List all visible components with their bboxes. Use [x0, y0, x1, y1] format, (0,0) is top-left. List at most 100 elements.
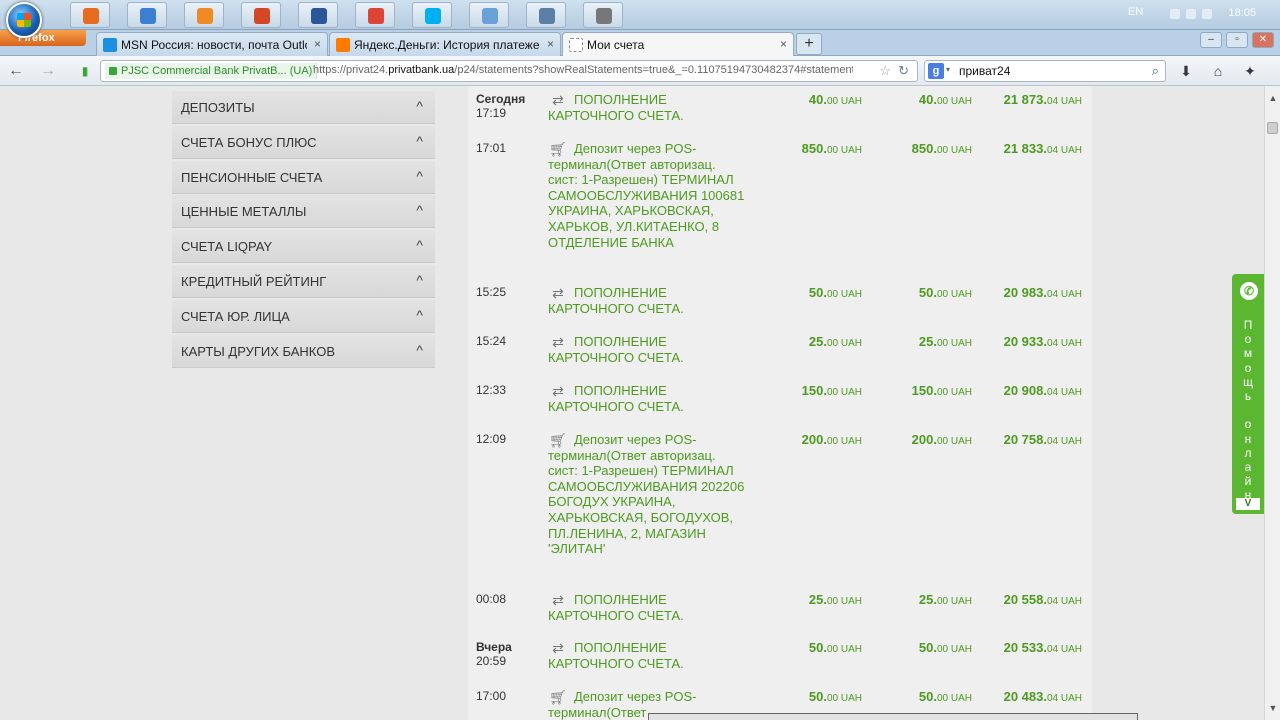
amount-balance: 20 483.04 UAH: [1003, 689, 1082, 704]
search-icon[interactable]: ⌕: [1152, 63, 1159, 79]
scroll-up-icon[interactable]: ▲: [1265, 90, 1280, 106]
sidebar-item[interactable]: КРЕДИТНЫЙ РЕЙТИНГ ^: [172, 264, 435, 298]
firefox-app[interactable]: [70, 2, 110, 28]
flag-icon[interactable]: [1202, 9, 1212, 19]
tab-label: Мои счета: [587, 38, 645, 52]
chevron-up-icon[interactable]: ^: [416, 98, 423, 114]
network-icon[interactable]: [1170, 9, 1180, 19]
amount-original: 50.00 UAH: [808, 640, 862, 655]
screen-app[interactable]: [526, 2, 566, 28]
tab-close-icon[interactable]: ×: [314, 37, 321, 51]
home-icon[interactable]: ⌂: [1208, 62, 1228, 80]
chevron-up-icon[interactable]: ^: [416, 168, 423, 184]
explorer-app[interactable]: [127, 2, 167, 28]
search-input[interactable]: приват24: [959, 64, 1010, 78]
new-tab-button[interactable]: +: [796, 33, 822, 55]
row-time: 17:19: [476, 106, 507, 120]
scroll-thumb[interactable]: [1267, 122, 1278, 134]
vertical-scrollbar[interactable]: ▲ ▼: [1264, 86, 1280, 720]
row-time: 00:08: [476, 592, 507, 606]
tab-my-accounts[interactable]: Мои счета ×: [562, 32, 794, 56]
row-date: 00:08: [476, 592, 506, 606]
collapse-toggle[interactable]: V: [1236, 498, 1260, 510]
yandex-favicon-icon: [336, 38, 350, 52]
skype-app[interactable]: [412, 2, 452, 28]
chevron-up-icon[interactable]: ^: [416, 133, 423, 149]
online-help-tab[interactable]: ✆ Помощь онлайн V: [1232, 274, 1264, 514]
chat-icon: ✆: [1240, 282, 1258, 300]
clock[interactable]: 18:05: [1228, 7, 1256, 19]
sidebar-item-label: ЦЕННЫЕ МЕТАЛЛЫ: [181, 204, 307, 220]
chevron-up-icon[interactable]: ^: [416, 272, 423, 288]
search-bar[interactable]: g ▾ приват24 ⌕: [924, 60, 1166, 82]
powerpoint-app[interactable]: [241, 2, 281, 28]
reload-icon[interactable]: ↻: [898, 63, 909, 79]
scroll-down-icon[interactable]: ▼: [1265, 700, 1280, 716]
sidebar-item[interactable]: ДЕПОЗИТЫ ^: [172, 91, 435, 124]
amount-balance: 20 758.04 UAH: [1003, 432, 1082, 447]
row-time: 12:09: [476, 432, 507, 446]
row-time: 15:25: [476, 285, 507, 299]
chevron-up-icon[interactable]: ^: [416, 237, 423, 253]
engine-dropdown-icon[interactable]: ▾: [946, 65, 950, 74]
sidebar-item[interactable]: КАРТЫ ДРУГИХ БАНКОВ ^: [172, 334, 435, 368]
url-text[interactable]: https://privat24.privatbank.ua/p24/state…: [313, 64, 853, 76]
amount-original: 25.00 UAH: [808, 592, 862, 607]
row-date: 15:24: [476, 334, 506, 348]
sidebar-item[interactable]: ПЕНСИОННЫЕ СЧЕТА ^: [172, 160, 435, 194]
chevron-up-icon[interactable]: ^: [416, 307, 423, 323]
tab-msn[interactable]: MSN Россия: новости, почта Outloo... ×: [96, 32, 328, 56]
addon-icon[interactable]: ✦: [1240, 62, 1260, 80]
row-time: 15:24: [476, 334, 507, 348]
amount-card: 150.00 UAH: [911, 383, 972, 398]
back-button[interactable]: ←: [6, 62, 26, 80]
app-icon: [539, 8, 555, 24]
player-app[interactable]: [583, 2, 623, 28]
row-description: Депозит через POS-терминал(Ответ авториз…: [548, 141, 745, 250]
start-button[interactable]: [6, 2, 42, 38]
download-icon[interactable]: ⬇: [1176, 62, 1196, 80]
minimize-button[interactable]: –: [1200, 32, 1222, 48]
chrome-app[interactable]: [355, 2, 395, 28]
google-icon[interactable]: g: [928, 63, 944, 79]
bookmark-star-icon[interactable]: ☆: [879, 63, 891, 79]
close-window-button[interactable]: ✕: [1252, 32, 1274, 48]
window-controls: – ▫ ✕: [1200, 30, 1280, 56]
row-date: Вчера 20:59: [476, 640, 512, 668]
amount-original: 50.00 UAH: [808, 285, 862, 300]
amount-original: 200.00 UAH: [801, 432, 862, 447]
site-identity[interactable]: PJSC Commercial Bank PrivatB... (UA): [105, 63, 318, 79]
firefox-alt-app[interactable]: [184, 2, 224, 28]
app-icon: [254, 8, 270, 24]
help-label: Помощь онлайн: [1243, 318, 1253, 503]
address-bar[interactable]: PJSC Commercial Bank PrivatB... (UA) htt…: [100, 60, 918, 82]
lock-icon: [109, 67, 117, 75]
tab-label: MSN Россия: новости, почта Outloo...: [121, 38, 307, 52]
tab-close-icon[interactable]: ×: [547, 37, 554, 51]
row-description: ПОПОЛНЕНИЕ КАРТОЧНОГО СЧЕТА.: [548, 640, 684, 671]
amount-balance: 21 873.04 UAH: [1003, 92, 1082, 107]
chevron-up-icon[interactable]: ^: [416, 202, 423, 218]
forward-button[interactable]: →: [38, 62, 58, 80]
volume-icon[interactable]: [1186, 9, 1196, 19]
sidebar-item[interactable]: СЧЕТА ЮР. ЛИЦА ^: [172, 299, 435, 333]
amount-card: 40.00 UAH: [918, 92, 972, 107]
tab-close-icon[interactable]: ×: [780, 37, 787, 51]
amount-balance: 20 908.04 UAH: [1003, 383, 1082, 398]
language-indicator[interactable]: EN: [1128, 6, 1143, 18]
tool-app[interactable]: [469, 2, 509, 28]
row-description: ПОПОЛНЕНИЕ КАРТОЧНОГО СЧЕТА.: [548, 334, 684, 365]
tab-yandex-money[interactable]: Яндекс.Деньги: История платежей ... ×: [329, 32, 561, 56]
sidebar-item-label: КРЕДИТНЫЙ РЕЙТИНГ: [181, 273, 327, 289]
row-description: ПОПОЛНЕНИЕ КАРТОЧНОГО СЧЕТА.: [548, 92, 684, 123]
word-app[interactable]: [298, 2, 338, 28]
row-day: Сегодня: [476, 92, 526, 106]
sidebar-item[interactable]: СЧЕТА LIQPAY ^: [172, 230, 435, 264]
sidebar-item[interactable]: СЧЕТА БОНУС ПЛЮС ^: [172, 125, 435, 159]
amount-balance: 20 533.04 UAH: [1003, 640, 1082, 655]
maximize-button[interactable]: ▫: [1226, 32, 1248, 48]
taskbar: EN 18:05: [0, 0, 1280, 38]
app-icon: [140, 8, 156, 24]
chevron-up-icon[interactable]: ^: [416, 342, 423, 358]
sidebar-item[interactable]: ЦЕННЫЕ МЕТАЛЛЫ ^: [172, 195, 435, 229]
